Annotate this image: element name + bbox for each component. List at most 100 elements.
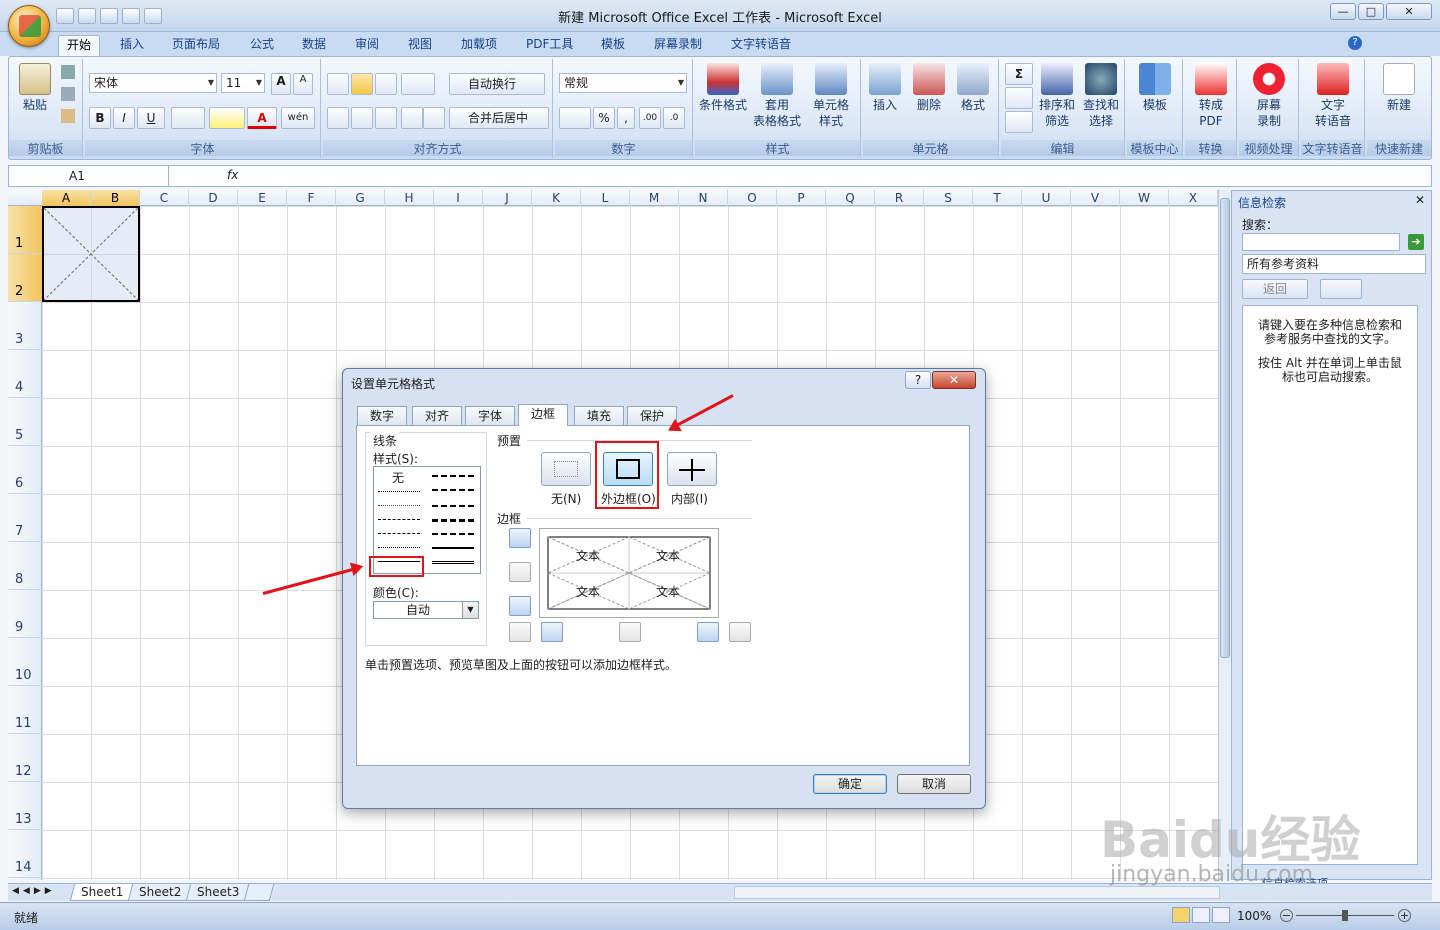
color-select[interactable]: 自动 ▼ (373, 601, 479, 619)
help-icon[interactable]: ? (1348, 36, 1362, 50)
dialog-help-button[interactable]: ? (905, 371, 931, 389)
column-header-l[interactable]: L (581, 190, 630, 206)
selected-range[interactable] (42, 206, 140, 302)
ok-button[interactable]: 确定 (813, 774, 887, 794)
column-header-x[interactable]: X (1169, 190, 1218, 206)
paste-button[interactable]: 粘贴 (11, 61, 59, 113)
row-header-4[interactable]: 4 (8, 350, 42, 398)
delete-cells-button[interactable]: 删除 (907, 61, 951, 113)
tts-button[interactable]: 文字 转语音 (1307, 61, 1359, 129)
tab-insert[interactable]: 插入 (112, 35, 152, 56)
zoom-level[interactable]: 100% (1237, 909, 1271, 923)
column-header-u[interactable]: U (1022, 190, 1071, 206)
border-right-button[interactable] (697, 622, 719, 642)
align-top-button[interactable] (327, 73, 349, 95)
fill-button[interactable] (1005, 87, 1033, 109)
row-header-13[interactable]: 13 (8, 782, 42, 830)
column-header-h[interactable]: H (385, 190, 434, 206)
tab-fill[interactable]: 填充 (574, 406, 625, 426)
line-style-none[interactable]: 无 (392, 469, 404, 486)
align-bottom-button[interactable] (375, 73, 397, 95)
row-header-6[interactable]: 6 (8, 446, 42, 494)
name-box[interactable]: A1 (9, 166, 169, 186)
column-header-t[interactable]: T (973, 190, 1022, 206)
column-header-s[interactable]: S (924, 190, 973, 206)
border-preview[interactable]: 文本 文本 文本 文本 (539, 528, 719, 618)
italic-button[interactable]: I (113, 107, 135, 129)
zoom-slider[interactable]: − + (1280, 909, 1412, 923)
screen-record-button[interactable]: 屏幕 录制 (1243, 61, 1295, 129)
wrap-text-button[interactable]: 自动换行 (449, 73, 545, 95)
new-button[interactable]: 新建 (1373, 61, 1425, 113)
page-layout-view-icon[interactable] (1192, 907, 1210, 923)
format-cells-button[interactable]: 格式 (951, 61, 995, 113)
tab-border[interactable]: 边框 (518, 404, 569, 426)
clear-button[interactable] (1005, 111, 1033, 133)
border-left-button[interactable] (541, 622, 563, 642)
cell-styles-button[interactable]: 单元格 样式 (805, 61, 857, 129)
sheet-tab-3[interactable]: Sheet3 (185, 884, 251, 901)
copy-icon[interactable] (61, 87, 75, 101)
shrink-font-button[interactable]: A (293, 73, 313, 95)
line-style-option[interactable] (378, 533, 420, 534)
tab-alignment[interactable]: 对齐 (412, 406, 463, 426)
row-header-1[interactable]: 1 (8, 206, 42, 254)
forward-button[interactable] (1320, 279, 1362, 299)
maximize-button[interactable]: □ (1358, 3, 1384, 20)
line-style-option[interactable] (378, 547, 420, 548)
row-header-3[interactable]: 3 (8, 302, 42, 350)
column-header-j[interactable]: J (483, 190, 532, 206)
align-middle-button[interactable] (351, 73, 373, 95)
line-style-option[interactable] (378, 505, 420, 506)
horizontal-scrollbar[interactable] (734, 886, 1220, 899)
decrease-indent-button[interactable] (401, 107, 423, 129)
zoom-in-icon[interactable]: + (1398, 909, 1411, 922)
row-header-2[interactable]: 2 (8, 254, 42, 302)
sheet-nav-icon[interactable]: ◀◀▶▶ (12, 886, 56, 896)
zoom-out-icon[interactable]: − (1280, 909, 1293, 922)
border-bottom-button[interactable] (509, 596, 531, 616)
row-header-9[interactable]: 9 (8, 590, 42, 638)
page-break-view-icon[interactable] (1212, 907, 1230, 923)
tab-templates[interactable]: 模板 (593, 35, 633, 56)
align-left-button[interactable] (327, 107, 349, 129)
tab-page-layout[interactable]: 页面布局 (164, 35, 228, 56)
line-style-double[interactable] (432, 561, 474, 564)
row-header-7[interactable]: 7 (8, 494, 42, 542)
scroll-thumb[interactable] (1220, 198, 1230, 658)
column-header-c[interactable]: C (140, 190, 189, 206)
office-button[interactable] (8, 5, 50, 47)
align-right-button[interactable] (375, 107, 397, 129)
search-input[interactable] (1242, 233, 1400, 251)
column-header-b[interactable]: B (91, 190, 140, 206)
column-header-e[interactable]: E (238, 190, 287, 206)
borders-button[interactable] (171, 107, 205, 129)
convert-pdf-button[interactable]: 转成 PDF (1185, 61, 1237, 129)
border-diag-down-button[interactable] (729, 622, 751, 642)
column-header-v[interactable]: V (1071, 190, 1120, 206)
zoom-thumb[interactable] (1342, 910, 1348, 921)
row-header-12[interactable]: 12 (8, 734, 42, 782)
sort-filter-button[interactable]: 排序和 筛选 (1035, 61, 1079, 129)
preset-none-button[interactable] (541, 452, 591, 486)
close-window-button[interactable]: ✕ (1386, 3, 1432, 20)
line-style-medium[interactable] (432, 547, 474, 549)
dialog-close-button[interactable]: ✕ (932, 371, 976, 389)
align-center-button[interactable] (351, 107, 373, 129)
line-style-option[interactable] (432, 519, 474, 522)
minimize-button[interactable]: — (1330, 3, 1356, 20)
format-as-table-button[interactable]: 套用 表格格式 (751, 61, 803, 129)
tab-font[interactable]: 字体 (465, 406, 516, 426)
underline-button[interactable]: U (137, 107, 165, 129)
line-style-option[interactable] (432, 533, 474, 535)
fill-color-button[interactable] (209, 107, 245, 129)
row-header-14[interactable]: 14 (8, 830, 42, 878)
column-header-m[interactable]: M (630, 190, 679, 206)
row-header-10[interactable]: 10 (8, 638, 42, 686)
autosum-button[interactable]: Σ (1005, 63, 1033, 85)
template-button[interactable]: 模板 (1129, 61, 1181, 113)
font-size-select[interactable]: 11 ▼ (221, 73, 265, 93)
column-header-g[interactable]: G (336, 190, 385, 206)
column-header-k[interactable]: K (532, 190, 581, 206)
bold-button[interactable]: B (89, 107, 111, 129)
